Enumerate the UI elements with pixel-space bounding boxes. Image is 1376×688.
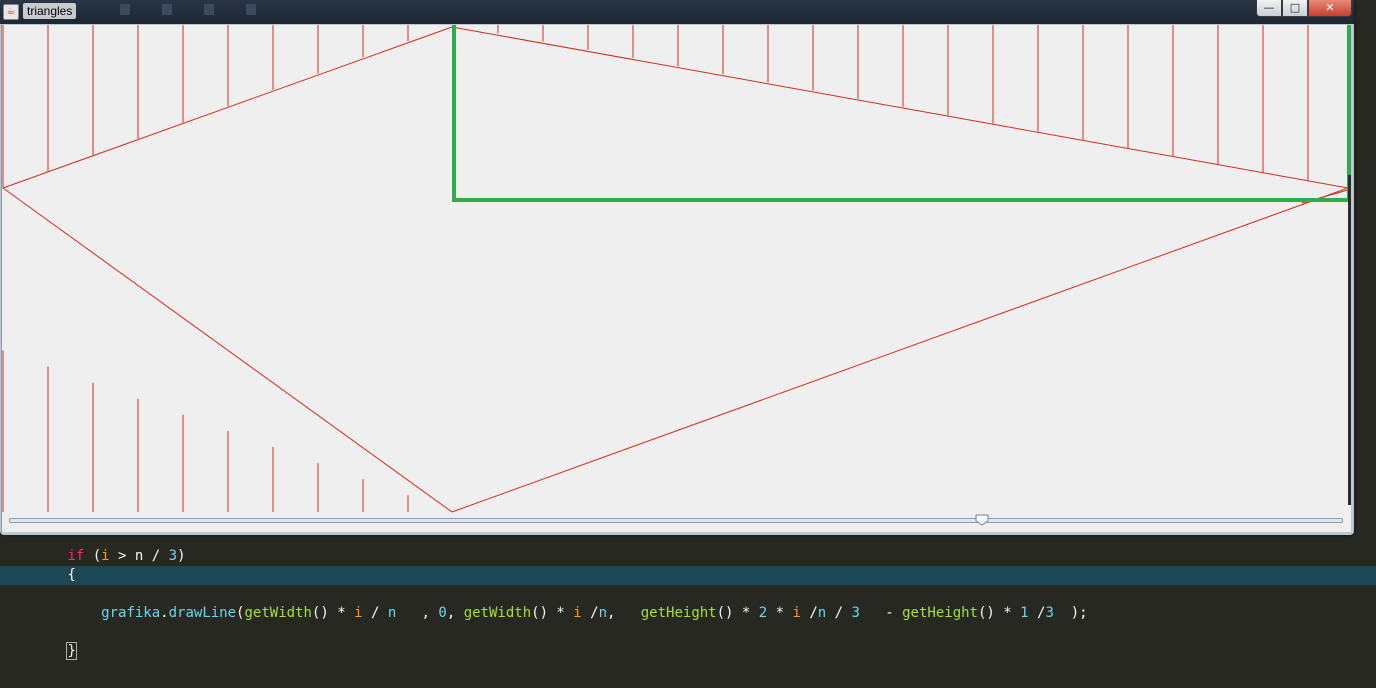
minimize-button[interactable]: —	[1256, 0, 1282, 17]
code-token: drawLine	[168, 605, 237, 621]
background-taskbar-tabs	[120, 0, 260, 20]
code-token: 3	[168, 548, 178, 564]
code-token: 3	[851, 605, 860, 621]
code-token: () *	[311, 605, 355, 621]
code-token: 2	[758, 605, 768, 621]
slider-thumb[interactable]	[975, 514, 989, 526]
code-token: i	[573, 605, 582, 621]
slider-track[interactable]	[9, 514, 1343, 526]
code-token: *	[767, 605, 793, 621]
window-title: triangles	[23, 3, 77, 19]
window-controls: — □ ✕	[1256, 0, 1352, 17]
code-token: 0	[438, 605, 447, 621]
code-token: {	[67, 567, 76, 583]
code-token: 1	[1020, 605, 1029, 621]
code-line-open-brace[interactable]: {	[0, 566, 1376, 585]
code-token: -	[859, 605, 903, 621]
code-token: n	[598, 605, 608, 621]
code-token: 3	[1045, 605, 1054, 621]
app-window: ☕ triangles — □ ✕	[0, 0, 1354, 535]
code-token: ,	[446, 605, 464, 621]
code-token: /	[1028, 605, 1046, 621]
code-token: i	[354, 605, 363, 621]
background-tab	[204, 0, 218, 20]
code-token: getWidth	[463, 605, 532, 621]
code-token: )	[177, 548, 186, 564]
code-token: i	[792, 605, 801, 621]
title-bar[interactable]: ☕ triangles — □ ✕	[0, 0, 1354, 24]
code-token: getHeight	[640, 605, 717, 621]
background-tab	[120, 0, 134, 20]
code-token: }	[66, 642, 77, 660]
code-token: /	[826, 605, 852, 621]
code-token: /	[362, 605, 388, 621]
code-token: (	[84, 548, 102, 564]
code-token: >	[109, 548, 135, 564]
code-token: n	[387, 605, 397, 621]
background-tab	[246, 0, 260, 20]
vertical-scrollbar[interactable]	[1348, 175, 1351, 505]
code-token: .	[160, 605, 169, 621]
triangles-drawing	[2, 25, 1351, 513]
code-token: );	[1053, 605, 1088, 621]
code-token: ,	[607, 605, 641, 621]
code-token: () *	[531, 605, 574, 621]
code-line-if[interactable]: if (i > n / 3)	[0, 547, 1376, 566]
triangle-edge	[451, 26, 1349, 189]
code-token: getHeight	[902, 605, 978, 621]
code-token: grafika	[101, 605, 161, 621]
drawing-canvas	[1, 25, 1351, 532]
code-line-drawline[interactable]: grafika.drawLine(getWidth() * i / n , 0,…	[0, 604, 1376, 623]
code-line-close-brace[interactable]: }	[0, 642, 1376, 661]
code-token: ,	[396, 605, 439, 621]
code-token: n	[817, 605, 827, 621]
code-token: i	[101, 548, 110, 564]
maximize-button[interactable]: □	[1282, 0, 1308, 17]
close-button[interactable]: ✕	[1308, 0, 1352, 17]
keyword-if: if	[67, 548, 85, 564]
background-tab	[162, 0, 176, 20]
code-token: () *	[977, 605, 1021, 621]
code-token: /	[800, 605, 818, 621]
java-cup-icon[interactable]: ☕	[3, 4, 19, 20]
triangle-edge	[451, 187, 1349, 513]
code-token: /	[581, 605, 599, 621]
code-token: getWidth	[244, 605, 312, 621]
code-token: /	[143, 548, 169, 564]
code-token: () *	[716, 605, 759, 621]
